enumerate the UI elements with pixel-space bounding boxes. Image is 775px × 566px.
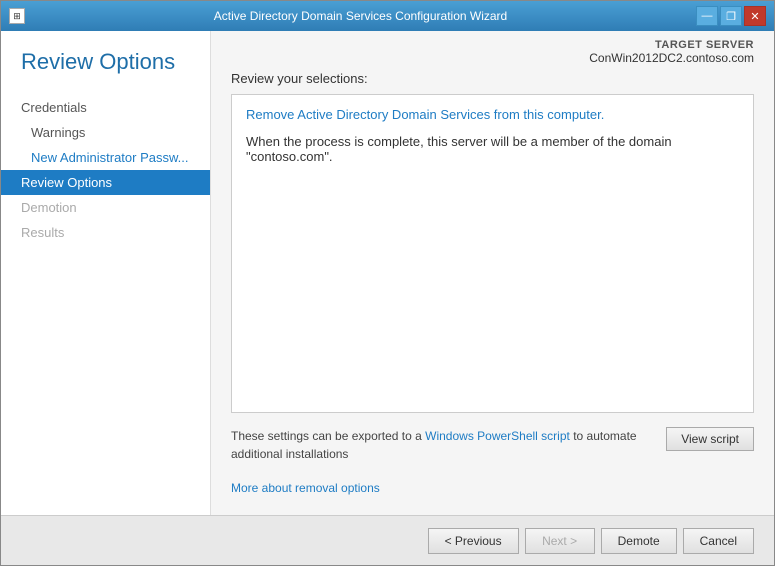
- selection-line-2: When the process is complete, this serve…: [246, 134, 739, 164]
- selections-box: Remove Active Directory Domain Services …: [231, 94, 754, 413]
- demote-button[interactable]: Demote: [601, 528, 677, 554]
- sidebar-nav: Credentials Warnings New Administrator P…: [1, 95, 210, 245]
- right-panel: TARGET SERVER ConWin2012DC2.contoso.com …: [211, 31, 774, 515]
- selection-text-1: Remove Active Directory Domain Services …: [246, 107, 604, 122]
- restore-button[interactable]: ❐: [720, 6, 742, 26]
- selection-text-2: When the process is complete, this serve…: [246, 134, 672, 164]
- selection-line-1: Remove Active Directory Domain Services …: [246, 107, 739, 122]
- window-title: Active Directory Domain Services Configu…: [25, 9, 696, 23]
- main-content: Review Options Credentials Warnings New …: [1, 31, 774, 515]
- powershell-row: These settings can be exported to a Wind…: [231, 427, 754, 471]
- more-about-removal-link[interactable]: More about removal options: [231, 481, 754, 495]
- sidebar-item-results: Results: [1, 220, 210, 245]
- review-selections-label: Review your selections:: [231, 71, 754, 86]
- powershell-text1: These settings can be exported to a: [231, 429, 422, 443]
- window-controls: — ❐ ✕: [696, 6, 766, 26]
- cancel-button[interactable]: Cancel: [683, 528, 754, 554]
- sidebar-item-credentials[interactable]: Credentials: [1, 95, 210, 120]
- content-area: Review your selections: Remove Active Di…: [211, 71, 774, 515]
- powershell-script-link[interactable]: Windows PowerShell script: [425, 429, 570, 443]
- powershell-note: These settings can be exported to a Wind…: [231, 427, 656, 463]
- main-window: ⊞ Active Directory Domain Services Confi…: [0, 0, 775, 566]
- previous-button[interactable]: < Previous: [428, 528, 519, 554]
- target-server-info: TARGET SERVER ConWin2012DC2.contoso.com: [589, 39, 754, 65]
- close-button[interactable]: ✕: [744, 6, 766, 26]
- sidebar-item-demotion: Demotion: [1, 195, 210, 220]
- sidebar-item-review-options[interactable]: Review Options: [1, 170, 210, 195]
- next-button[interactable]: Next >: [525, 528, 595, 554]
- target-server-label: TARGET SERVER: [589, 39, 754, 51]
- sidebar-item-warnings[interactable]: Warnings: [1, 120, 210, 145]
- sidebar-item-new-admin-password[interactable]: New Administrator Passw...: [1, 145, 210, 170]
- target-server-bar: TARGET SERVER ConWin2012DC2.contoso.com: [211, 31, 774, 71]
- sidebar: Review Options Credentials Warnings New …: [1, 31, 211, 515]
- sidebar-header: Review Options: [1, 31, 210, 85]
- view-script-button[interactable]: View script: [666, 427, 754, 451]
- title-bar: ⊞ Active Directory Domain Services Confi…: [1, 1, 774, 31]
- bottom-bar: < Previous Next > Demote Cancel: [1, 515, 774, 565]
- target-server-name: ConWin2012DC2.contoso.com: [589, 51, 754, 65]
- sidebar-title: Review Options: [21, 49, 190, 75]
- minimize-button[interactable]: —: [696, 6, 718, 26]
- window-icon: ⊞: [9, 8, 25, 24]
